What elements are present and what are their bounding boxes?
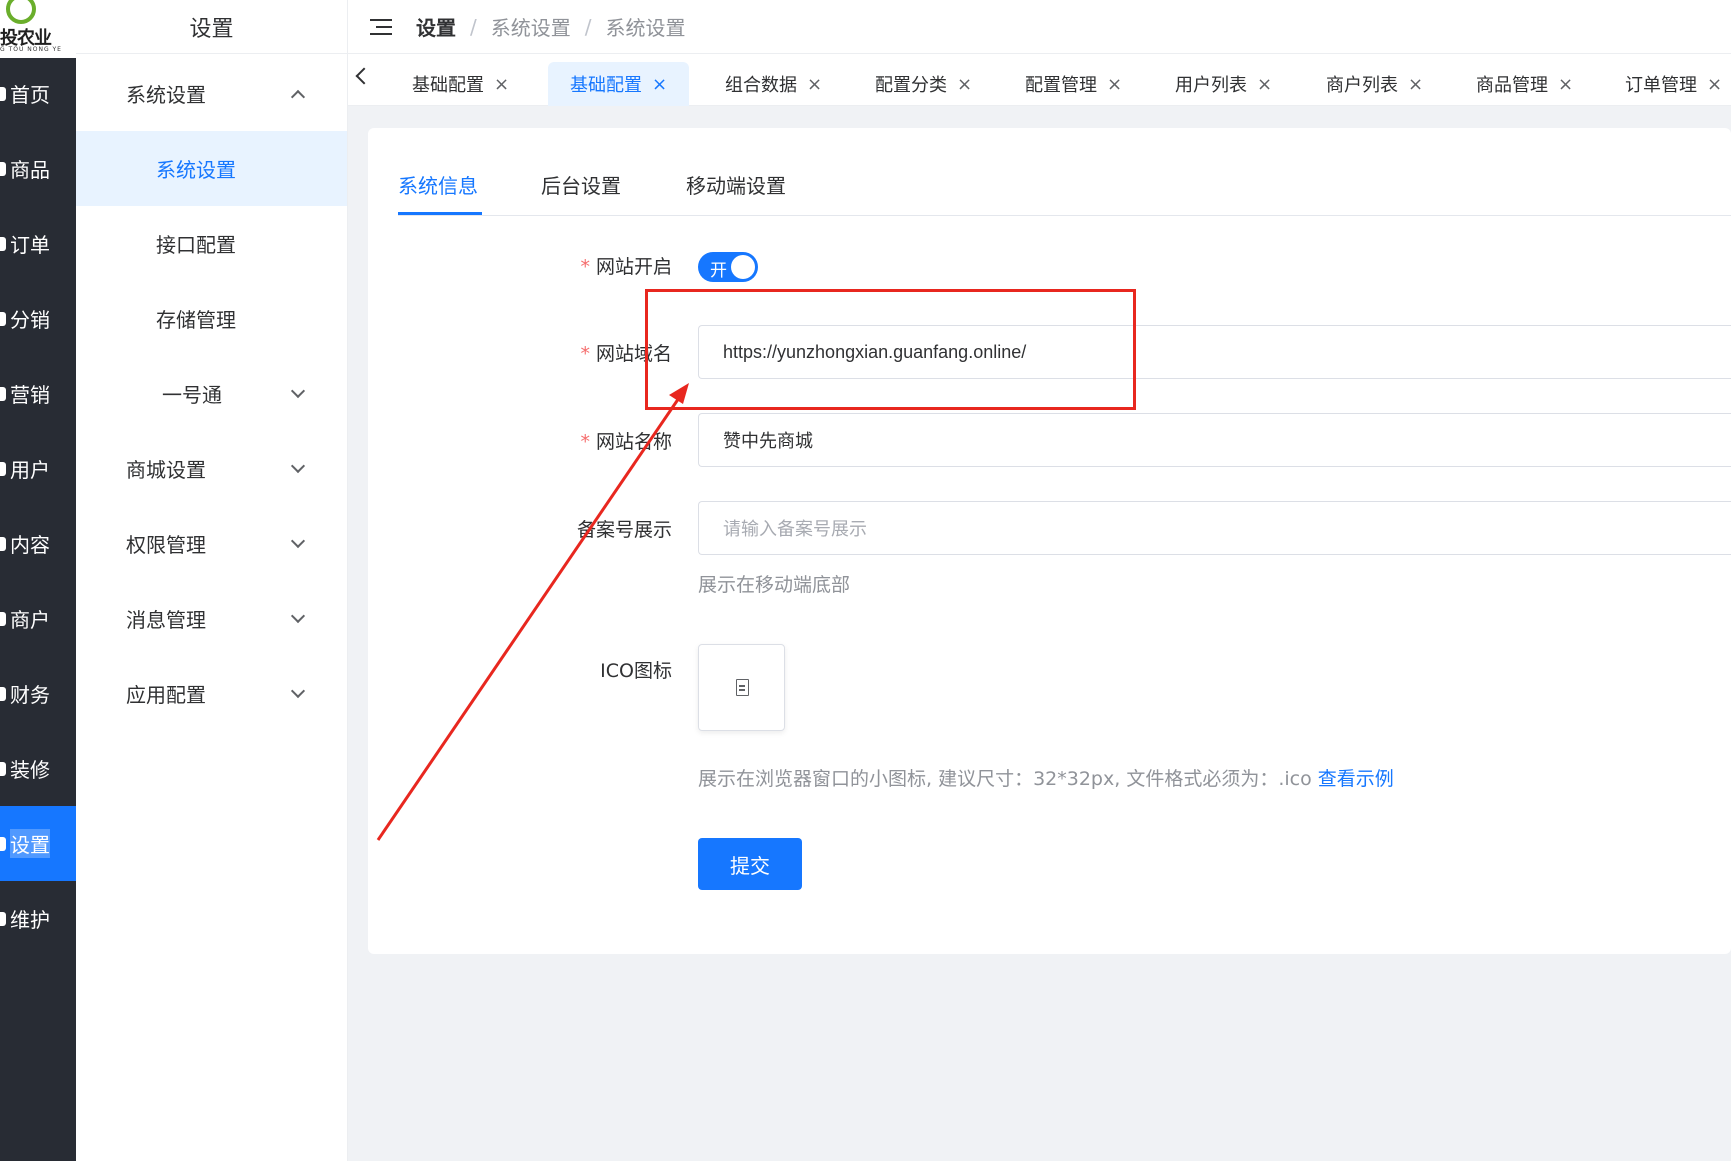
annotation-arrow (376, 383, 689, 841)
